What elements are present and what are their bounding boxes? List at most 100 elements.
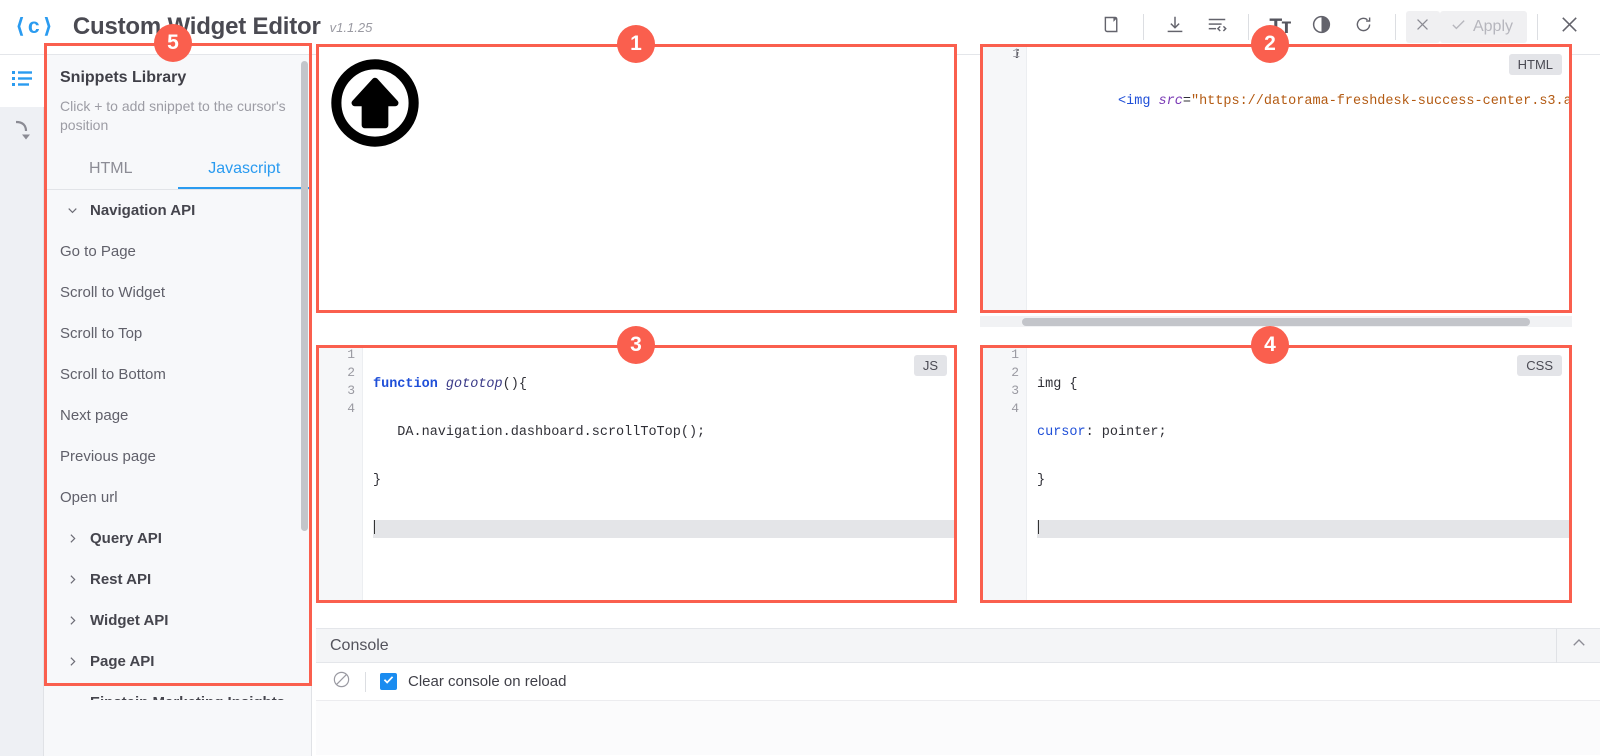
snippet-item-next-page[interactable]: Next page	[44, 395, 311, 436]
line-number: 3	[347, 383, 355, 398]
snippet-item-scroll-to-top[interactable]: Scroll to Top	[44, 313, 311, 354]
console-panel: Console Clear console on reload	[316, 628, 1600, 756]
apply-label: Apply	[1472, 18, 1513, 35]
snippet-item-scroll-to-widget[interactable]: Scroll to Widget	[44, 272, 311, 313]
html-code-editor[interactable]: i 1 <img src="https://datorama-freshdesk…	[981, 45, 1571, 312]
snippet-item-go-to-page[interactable]: Go to Page	[44, 231, 311, 272]
snippet-item-previous-page[interactable]: Previous page	[44, 436, 311, 477]
chevron-right-icon	[66, 614, 79, 627]
docs-button[interactable]	[1091, 7, 1133, 47]
reload-button[interactable]	[1343, 7, 1385, 47]
code-token: cursor	[1037, 425, 1086, 440]
code-token: gototop	[445, 377, 503, 392]
clear-console-button[interactable]	[332, 670, 351, 694]
js-code-content[interactable]: function gototop(){ DA.navigation.dashbo…	[363, 346, 956, 602]
html-line-numbers: 1	[1003, 45, 1027, 312]
annotation-badge-1: 1	[617, 25, 655, 63]
line-number: 1	[347, 347, 355, 362]
snippet-group-label: Rest API	[90, 570, 152, 588]
download-button[interactable]	[1154, 7, 1196, 47]
refresh-icon	[1353, 14, 1374, 40]
css-gutter: 1 2 3 4	[981, 346, 1027, 602]
app-logo-icon: ⟨c⟩	[14, 17, 55, 40]
text-caret	[374, 520, 375, 534]
snippet-group-widget-api[interactable]: Widget API	[44, 600, 311, 641]
snippet-item-open-url[interactable]: Open url	[44, 477, 311, 518]
css-editor-panel[interactable]: 1 2 3 4 img { cursor: pointer; } CSS	[980, 345, 1572, 603]
book-icon	[1101, 14, 1122, 40]
console-output	[316, 701, 1600, 755]
annotation-badge-3: 3	[617, 326, 655, 364]
arrow-up-circle-icon[interactable]	[329, 57, 421, 149]
annotation-badge-2: 2	[1251, 25, 1289, 63]
snippet-group-label: Page API	[90, 652, 155, 670]
snippet-group-label: Widget API	[90, 611, 169, 629]
tab-javascript[interactable]: Javascript	[177, 151, 311, 189]
line-number: 4	[1011, 401, 1019, 416]
snippets-tabs: HTML Javascript	[44, 151, 311, 190]
code-line-active[interactable]	[373, 520, 956, 538]
snippet-group-query-api[interactable]: Query API	[44, 518, 311, 559]
apply-button[interactable]: Apply	[1439, 11, 1527, 43]
rail-item-snippets[interactable]	[0, 55, 44, 107]
undo-arrow-icon	[12, 120, 32, 147]
code-line: }	[373, 472, 956, 490]
code-line-active[interactable]	[1037, 520, 1571, 538]
css-code-editor[interactable]: 1 2 3 4 img { cursor: pointer; } CSS	[981, 346, 1571, 602]
js-code-editor[interactable]: 1 2 3 4 function gototop(){ DA.navigatio…	[317, 346, 956, 602]
left-icon-rail	[0, 55, 44, 756]
code-token: (){	[502, 377, 527, 392]
snippet-group-rest-api[interactable]: Rest API	[44, 559, 311, 600]
html-code-content[interactable]: <img src="https://datorama-freshdesk-suc…	[1027, 45, 1571, 312]
code-line: img {	[1037, 376, 1571, 394]
code-token: : pointer;	[1085, 425, 1167, 440]
line-number: 1	[1012, 46, 1020, 61]
tab-html[interactable]: HTML	[44, 151, 178, 189]
check-icon	[382, 673, 395, 691]
annotation-badge-5: 5	[154, 24, 192, 62]
snippet-group-page-api[interactable]: Page API	[44, 641, 311, 682]
toolbar-divider	[1247, 14, 1249, 40]
rail-item-history[interactable]	[0, 107, 44, 159]
snippets-scrollbar[interactable]	[301, 61, 308, 531]
chevron-down-icon	[66, 204, 79, 217]
console-title: Console	[330, 636, 389, 654]
snippets-sidebar: Snippets Library Click + to add snippet …	[44, 55, 312, 756]
theme-toggle-button[interactable]	[1301, 7, 1343, 47]
code-token: }	[1037, 473, 1046, 488]
code-line: function gototop(){	[373, 376, 956, 394]
toolbar-divider	[365, 671, 366, 692]
page-title: Custom Widget Editor	[72, 13, 321, 40]
css-code-content[interactable]: img { cursor: pointer; }	[1027, 346, 1571, 602]
close-window-button[interactable]	[1548, 7, 1590, 47]
snippets-hint-text: Click + to add snippet to the cursor's p…	[60, 98, 286, 133]
snippet-group-navigation-api[interactable]: Navigation API	[44, 190, 311, 231]
code-token: src	[1158, 94, 1183, 109]
code-token: function	[373, 377, 446, 392]
chevron-right-icon	[66, 655, 79, 668]
snippet-group-label: Query API	[90, 529, 162, 547]
check-icon	[1450, 16, 1467, 38]
html-editor-panel[interactable]: i 1 <img src="https://datorama-freshdesk…	[980, 44, 1572, 313]
code-token: =	[1182, 94, 1191, 109]
clear-console-checkbox[interactable]	[380, 673, 397, 690]
widget-preview-panel	[316, 44, 957, 313]
chevron-up-icon	[1570, 634, 1588, 657]
js-editor-panel[interactable]: 1 2 3 4 function gototop(){ DA.navigatio…	[316, 345, 957, 603]
console-collapse-button[interactable]	[1556, 628, 1600, 663]
line-number: 2	[347, 365, 355, 380]
chevron-right-icon	[66, 532, 79, 545]
snippet-group-einstein-marketing-insights-api[interactable]: Einstein Marketing Insights API	[44, 682, 311, 700]
snippet-item-scroll-to-bottom[interactable]: Scroll to Bottom	[44, 354, 311, 395]
toolbar-divider	[1537, 14, 1538, 40]
toolbar-divider	[1142, 14, 1144, 40]
snippets-list: Navigation API Go to Page Scroll to Widg…	[44, 190, 311, 700]
snippet-group-label: Navigation API	[90, 201, 196, 219]
format-code-button[interactable]	[1196, 7, 1238, 47]
discard-button[interactable]	[1405, 11, 1440, 43]
line-number: 2	[1011, 365, 1019, 380]
text-caret	[1038, 520, 1039, 534]
download-icon	[1164, 14, 1186, 41]
custom-widget-editor-window: ⟨c⟩ Custom Widget Editor v1.1.25 Tᴛ Appl…	[0, 0, 1600, 756]
html-hscroll-thumb[interactable]	[1022, 318, 1530, 326]
